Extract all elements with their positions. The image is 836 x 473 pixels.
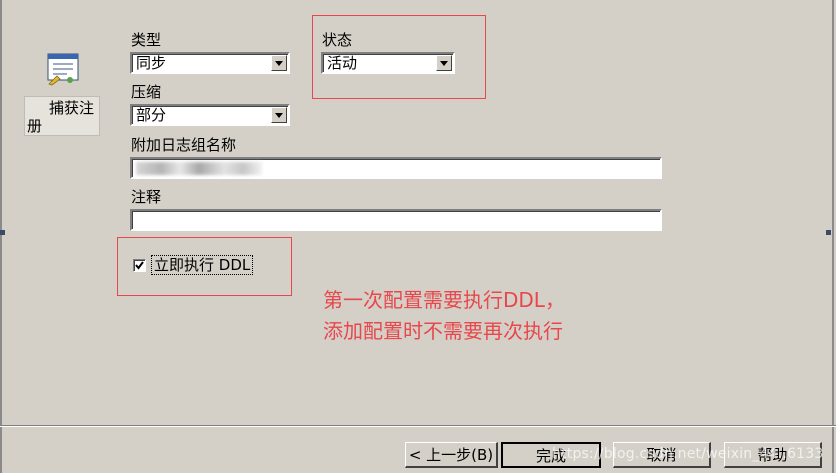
- execute-ddl-checkbox[interactable]: [133, 259, 146, 272]
- log-group-input[interactable]: [130, 157, 662, 179]
- resize-handle[interactable]: [0, 230, 5, 235]
- compression-label: 压缩: [131, 83, 162, 101]
- watermark: https://blog.csdn.net/weixin_44..6133: [552, 446, 824, 462]
- status-select-value: 活动: [327, 54, 358, 72]
- annotation-line-1: 第一次配置需要执行DDL，: [323, 288, 565, 312]
- redacted-text: [136, 162, 262, 175]
- annotation-line-2: 添加配置时不需要再次执行: [323, 319, 563, 343]
- log-group-label: 附加日志组名称: [131, 136, 237, 154]
- registration-icon: [45, 52, 81, 86]
- type-label: 类型: [131, 31, 162, 49]
- compression-select-value: 部分: [136, 106, 167, 124]
- chevron-down-icon[interactable]: [271, 107, 287, 123]
- registration-label: 捕获注册: [27, 99, 95, 135]
- execute-ddl-label[interactable]: 立即执行 DDL: [150, 255, 254, 275]
- frame-left-edge: [0, 0, 2, 473]
- frame-right-edge: [832, 0, 834, 473]
- type-select[interactable]: 同步: [130, 52, 290, 74]
- compression-select[interactable]: 部分: [130, 104, 290, 126]
- comment-input[interactable]: [130, 209, 662, 231]
- chevron-down-icon[interactable]: [436, 55, 452, 71]
- chevron-down-icon[interactable]: [271, 55, 287, 71]
- comment-label: 注释: [131, 188, 162, 206]
- resize-handle[interactable]: [826, 230, 831, 235]
- status-select[interactable]: 活动: [321, 52, 455, 74]
- back-button[interactable]: < 上一步(B): [405, 442, 498, 468]
- registration-button[interactable]: 捕获注册: [24, 96, 100, 136]
- type-select-value: 同步: [136, 54, 167, 72]
- status-label: 状态: [322, 31, 353, 49]
- bottom-divider-highlight: [0, 426, 836, 427]
